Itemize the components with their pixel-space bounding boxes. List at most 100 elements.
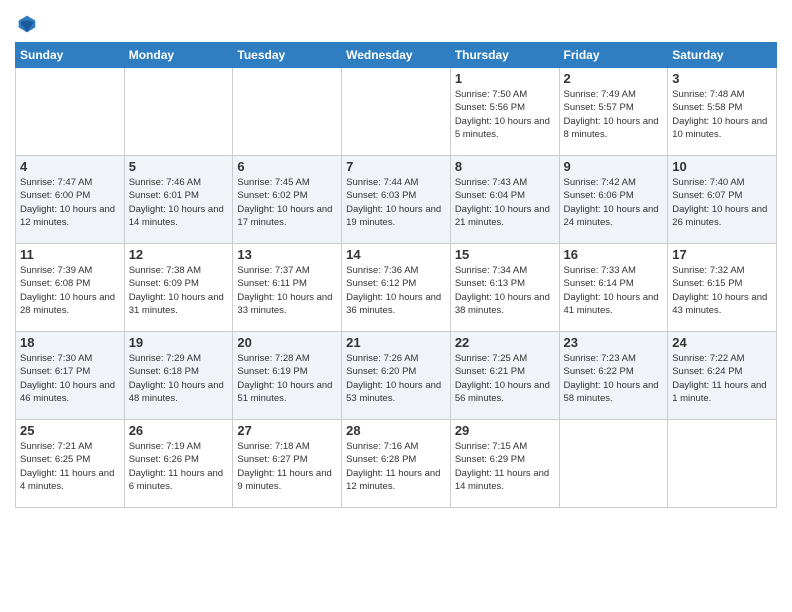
day-info: Sunrise: 7:22 AM Sunset: 6:24 PM Dayligh… — [672, 352, 772, 405]
day-info: Sunrise: 7:44 AM Sunset: 6:03 PM Dayligh… — [346, 176, 446, 229]
day-number: 1 — [455, 71, 555, 86]
day-info: Sunrise: 7:29 AM Sunset: 6:18 PM Dayligh… — [129, 352, 229, 405]
day-cell — [124, 68, 233, 156]
day-number: 15 — [455, 247, 555, 262]
header-saturday: Saturday — [668, 43, 777, 68]
day-cell: 15 Sunrise: 7:34 AM Sunset: 6:13 PM Dayli… — [450, 244, 559, 332]
day-cell: 24 Sunrise: 7:22 AM Sunset: 6:24 PM Dayli… — [668, 332, 777, 420]
header-sunday: Sunday — [16, 43, 125, 68]
header-tuesday: Tuesday — [233, 43, 342, 68]
header — [15, 10, 777, 34]
day-cell: 26 Sunrise: 7:19 AM Sunset: 6:26 PM Dayli… — [124, 420, 233, 508]
day-number: 26 — [129, 423, 229, 438]
day-number: 7 — [346, 159, 446, 174]
day-number: 3 — [672, 71, 772, 86]
day-cell: 4 Sunrise: 7:47 AM Sunset: 6:00 PM Daylig… — [16, 156, 125, 244]
header-wednesday: Wednesday — [342, 43, 451, 68]
day-number: 25 — [20, 423, 120, 438]
day-info: Sunrise: 7:39 AM Sunset: 6:08 PM Dayligh… — [20, 264, 120, 317]
day-number: 20 — [237, 335, 337, 350]
day-info: Sunrise: 7:47 AM Sunset: 6:00 PM Dayligh… — [20, 176, 120, 229]
calendar-table: Sunday Monday Tuesday Wednesday Thursday… — [15, 42, 777, 508]
day-number: 6 — [237, 159, 337, 174]
day-cell: 17 Sunrise: 7:32 AM Sunset: 6:15 PM Dayli… — [668, 244, 777, 332]
day-info: Sunrise: 7:23 AM Sunset: 6:22 PM Dayligh… — [564, 352, 664, 405]
day-info: Sunrise: 7:40 AM Sunset: 6:07 PM Dayligh… — [672, 176, 772, 229]
day-number: 4 — [20, 159, 120, 174]
day-cell: 29 Sunrise: 7:15 AM Sunset: 6:29 PM Dayli… — [450, 420, 559, 508]
day-cell: 3 Sunrise: 7:48 AM Sunset: 5:58 PM Daylig… — [668, 68, 777, 156]
day-cell — [668, 420, 777, 508]
day-info: Sunrise: 7:50 AM Sunset: 5:56 PM Dayligh… — [455, 88, 555, 141]
day-cell: 22 Sunrise: 7:25 AM Sunset: 6:21 PM Dayli… — [450, 332, 559, 420]
day-cell: 16Sunrise: 7:33 AM Sunset: 6:14 PM Dayli… — [559, 244, 668, 332]
day-number: 19 — [129, 335, 229, 350]
day-number: 9 — [564, 159, 664, 174]
day-cell: 14 Sunrise: 7:36 AM Sunset: 6:12 PM Dayli… — [342, 244, 451, 332]
day-number: 16 — [564, 247, 664, 262]
day-info: Sunrise: 7:36 AM Sunset: 6:12 PM Dayligh… — [346, 264, 446, 317]
week-row-3: 11 Sunrise: 7:39 AM Sunset: 6:08 PM Dayli… — [16, 244, 777, 332]
day-number: 13 — [237, 247, 337, 262]
day-cell: 2 Sunrise: 7:49 AM Sunset: 5:57 PM Daylig… — [559, 68, 668, 156]
day-cell: 5Sunrise: 7:46 AM Sunset: 6:01 PM Daylig… — [124, 156, 233, 244]
day-cell: 6 Sunrise: 7:45 AM Sunset: 6:02 PM Daylig… — [233, 156, 342, 244]
day-cell: 28 Sunrise: 7:16 AM Sunset: 6:28 PM Dayli… — [342, 420, 451, 508]
day-cell: 9 Sunrise: 7:42 AM Sunset: 6:06 PM Daylig… — [559, 156, 668, 244]
day-number: 2 — [564, 71, 664, 86]
day-info: Sunrise: 7:26 AM Sunset: 6:20 PM Dayligh… — [346, 352, 446, 405]
day-cell: 1 Sunrise: 7:50 AM Sunset: 5:56 PM Daylig… — [450, 68, 559, 156]
header-thursday: Thursday — [450, 43, 559, 68]
week-row-5: 25 Sunrise: 7:21 AM Sunset: 6:25 PM Dayli… — [16, 420, 777, 508]
weekday-header-row: Sunday Monday Tuesday Wednesday Thursday… — [16, 43, 777, 68]
day-number: 11 — [20, 247, 120, 262]
day-number: 21 — [346, 335, 446, 350]
day-cell: 10Sunrise: 7:40 AM Sunset: 6:07 PM Dayli… — [668, 156, 777, 244]
day-number: 24 — [672, 335, 772, 350]
day-info: Sunrise: 7:49 AM Sunset: 5:57 PM Dayligh… — [564, 88, 664, 141]
day-cell: 12 Sunrise: 7:38 AM Sunset: 6:09 PM Dayli… — [124, 244, 233, 332]
day-info: Sunrise: 7:16 AM Sunset: 6:28 PM Dayligh… — [346, 440, 446, 493]
day-number: 23 — [564, 335, 664, 350]
day-info: Sunrise: 7:19 AM Sunset: 6:26 PM Dayligh… — [129, 440, 229, 493]
calendar-page: Sunday Monday Tuesday Wednesday Thursday… — [0, 0, 792, 612]
day-info: Sunrise: 7:32 AM Sunset: 6:15 PM Dayligh… — [672, 264, 772, 317]
day-info: Sunrise: 7:25 AM Sunset: 6:21 PM Dayligh… — [455, 352, 555, 405]
day-info: Sunrise: 7:21 AM Sunset: 6:25 PM Dayligh… — [20, 440, 120, 493]
day-number: 12 — [129, 247, 229, 262]
day-number: 14 — [346, 247, 446, 262]
day-info: Sunrise: 7:18 AM Sunset: 6:27 PM Dayligh… — [237, 440, 337, 493]
day-cell: 8Sunrise: 7:43 AM Sunset: 6:04 PM Daylig… — [450, 156, 559, 244]
day-cell: 13 Sunrise: 7:37 AM Sunset: 6:11 PM Dayli… — [233, 244, 342, 332]
day-cell: 20 Sunrise: 7:28 AM Sunset: 6:19 PM Dayli… — [233, 332, 342, 420]
day-info: Sunrise: 7:48 AM Sunset: 5:58 PM Dayligh… — [672, 88, 772, 141]
header-friday: Friday — [559, 43, 668, 68]
day-cell: 21 Sunrise: 7:26 AM Sunset: 6:20 PM Dayli… — [342, 332, 451, 420]
day-number: 22 — [455, 335, 555, 350]
day-info: Sunrise: 7:34 AM Sunset: 6:13 PM Dayligh… — [455, 264, 555, 317]
week-row-2: 4 Sunrise: 7:47 AM Sunset: 6:00 PM Daylig… — [16, 156, 777, 244]
week-row-1: 1 Sunrise: 7:50 AM Sunset: 5:56 PM Daylig… — [16, 68, 777, 156]
day-info: Sunrise: 7:37 AM Sunset: 6:11 PM Dayligh… — [237, 264, 337, 317]
day-number: 17 — [672, 247, 772, 262]
day-cell: 7 Sunrise: 7:44 AM Sunset: 6:03 PM Daylig… — [342, 156, 451, 244]
day-info: Sunrise: 7:28 AM Sunset: 6:19 PM Dayligh… — [237, 352, 337, 405]
day-cell: 18Sunrise: 7:30 AM Sunset: 6:17 PM Dayli… — [16, 332, 125, 420]
day-number: 29 — [455, 423, 555, 438]
logo — [15, 14, 37, 34]
day-number: 28 — [346, 423, 446, 438]
day-info: Sunrise: 7:45 AM Sunset: 6:02 PM Dayligh… — [237, 176, 337, 229]
day-info: Sunrise: 7:15 AM Sunset: 6:29 PM Dayligh… — [455, 440, 555, 493]
day-info: Sunrise: 7:46 AM Sunset: 6:01 PM Dayligh… — [129, 176, 229, 229]
day-info: Sunrise: 7:43 AM Sunset: 6:04 PM Dayligh… — [455, 176, 555, 229]
day-number: 27 — [237, 423, 337, 438]
day-cell: 27 Sunrise: 7:18 AM Sunset: 6:27 PM Dayli… — [233, 420, 342, 508]
day-info: Sunrise: 7:42 AM Sunset: 6:06 PM Dayligh… — [564, 176, 664, 229]
day-info: Sunrise: 7:38 AM Sunset: 6:09 PM Dayligh… — [129, 264, 229, 317]
week-row-4: 18Sunrise: 7:30 AM Sunset: 6:17 PM Dayli… — [16, 332, 777, 420]
logo-icon — [17, 14, 37, 34]
day-cell — [559, 420, 668, 508]
day-cell — [16, 68, 125, 156]
day-cell — [342, 68, 451, 156]
day-number: 18 — [20, 335, 120, 350]
